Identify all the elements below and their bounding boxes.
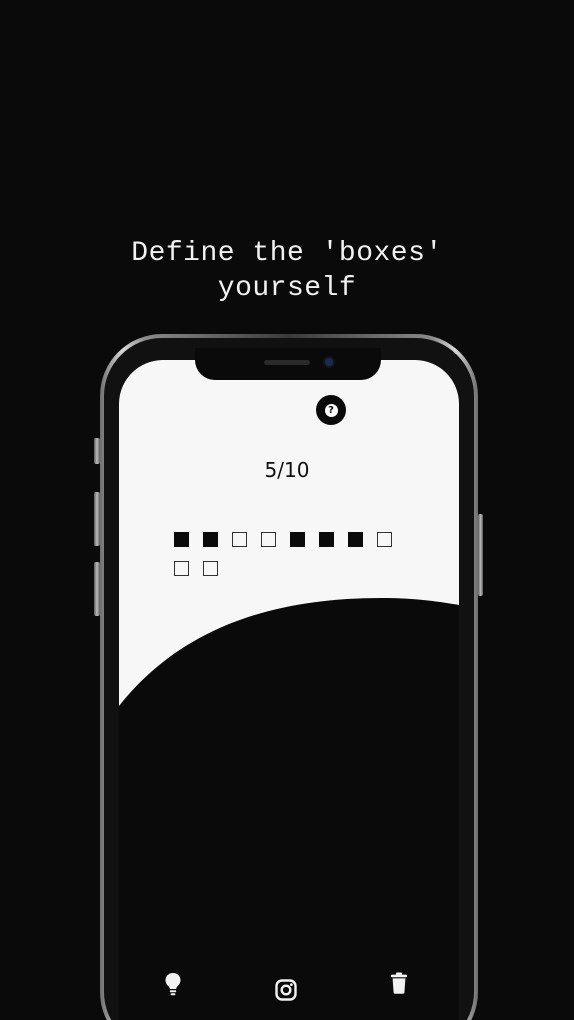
box-empty[interactable] bbox=[174, 561, 189, 576]
box-empty[interactable] bbox=[203, 561, 218, 576]
box-grid bbox=[174, 532, 414, 590]
lightbulb-icon[interactable] bbox=[164, 972, 182, 996]
help-button[interactable]: ? bbox=[316, 395, 346, 425]
front-camera bbox=[325, 358, 333, 366]
speaker-grille bbox=[264, 360, 310, 365]
box-empty[interactable] bbox=[377, 532, 392, 547]
box-filled[interactable] bbox=[174, 532, 189, 547]
headline: Define the 'boxes' yourself bbox=[0, 236, 574, 306]
headline-line-1: Define the 'boxes' bbox=[131, 238, 443, 269]
app-store-screenshot: Define the 'boxes' yourself ? 5/10 bbox=[0, 0, 574, 1020]
box-filled[interactable] bbox=[319, 532, 334, 547]
box-empty[interactable] bbox=[232, 532, 247, 547]
trash-icon[interactable] bbox=[390, 972, 408, 994]
instagram-icon[interactable] bbox=[275, 979, 297, 1001]
dark-wave-shape bbox=[119, 598, 459, 1020]
phone-notch bbox=[195, 348, 381, 380]
question-mark-icon: ? bbox=[324, 403, 338, 417]
phone-power-button bbox=[478, 514, 483, 596]
box-filled[interactable] bbox=[203, 532, 218, 547]
bottom-toolbar bbox=[119, 960, 459, 1010]
box-empty[interactable] bbox=[261, 532, 276, 547]
progress-counter: 5/10 bbox=[264, 458, 310, 482]
box-filled[interactable] bbox=[348, 532, 363, 547]
box-filled[interactable] bbox=[290, 532, 305, 547]
headline-line-2: yourself bbox=[217, 273, 357, 304]
